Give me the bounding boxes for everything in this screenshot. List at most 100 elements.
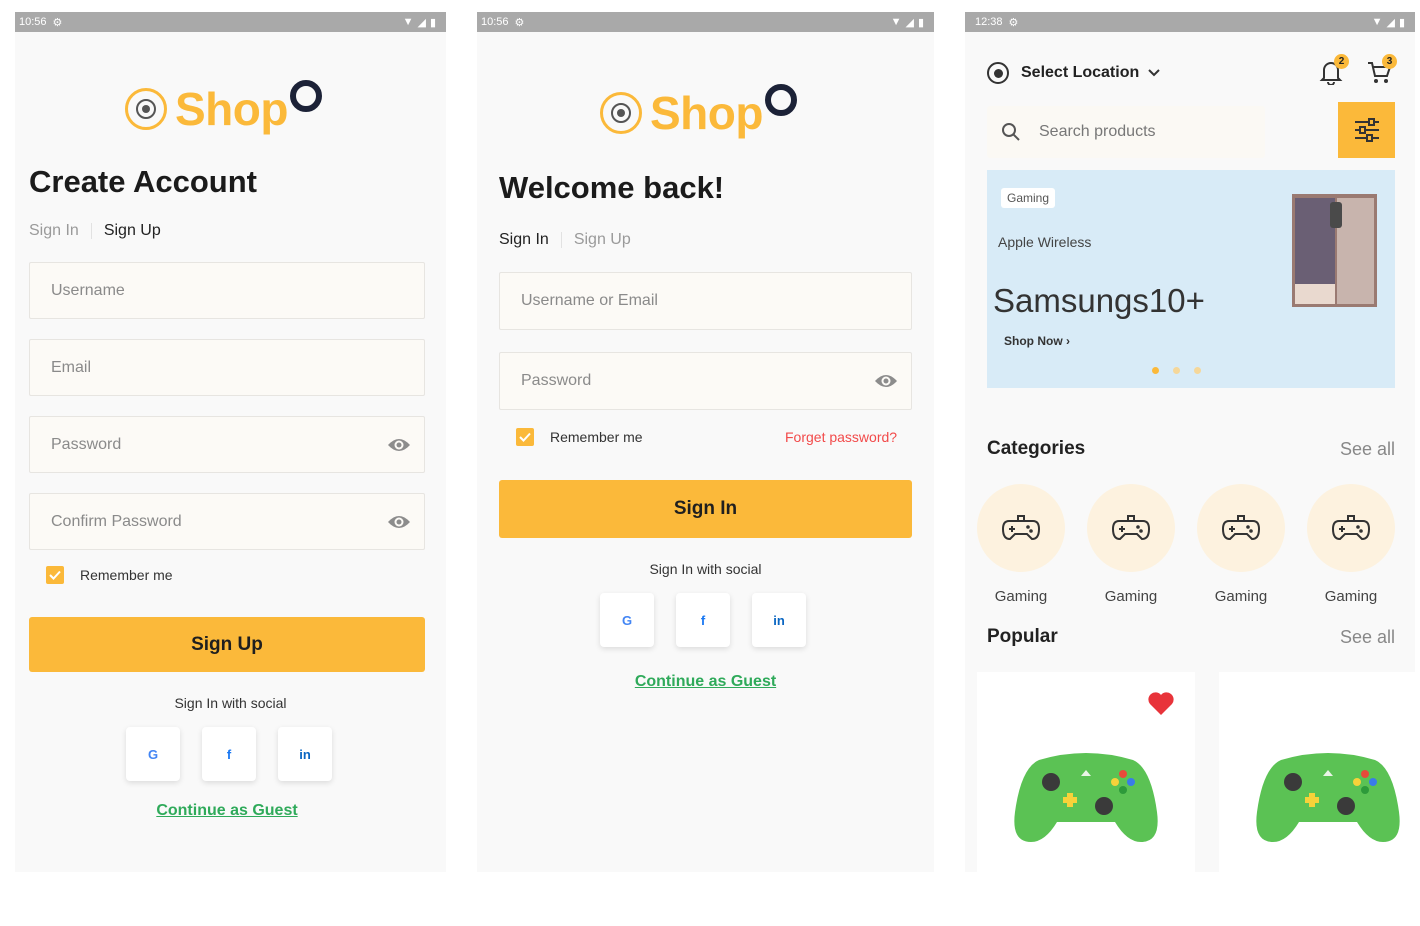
filter-button[interactable] xyxy=(1338,102,1395,158)
product-card[interactable] xyxy=(977,672,1195,872)
popular-see-all[interactable]: See all xyxy=(1340,627,1395,648)
social-row: G f in xyxy=(126,727,332,781)
remember-me[interactable]: Remember me xyxy=(516,428,643,446)
password-field[interactable]: Password xyxy=(499,352,912,410)
chevron-down-icon xyxy=(1148,69,1160,77)
shop-now-link[interactable]: Shop Now › xyxy=(1004,334,1070,348)
settings-icon: ⚙ xyxy=(514,16,525,29)
notification-badge: 2 xyxy=(1334,54,1349,69)
page-title: Welcome back! xyxy=(499,170,725,205)
signal-icons: ▼ ◢ ▮ xyxy=(1372,16,1405,29)
email-field[interactable]: Email xyxy=(29,339,425,396)
tab-sign-in[interactable]: Sign In xyxy=(29,222,79,240)
facebook-button[interactable]: f xyxy=(202,727,256,781)
google-icon: G xyxy=(621,612,633,628)
status-time: 12:38 xyxy=(975,16,1003,28)
facebook-icon: f xyxy=(700,612,706,628)
username-email-placeholder: Username or Email xyxy=(521,292,658,309)
popular-title: Popular xyxy=(987,626,1058,647)
controller-image xyxy=(1256,753,1400,842)
checkbox-checked-icon[interactable] xyxy=(46,566,64,584)
confirm-password-placeholder: Confirm Password xyxy=(51,512,182,530)
category-label: Gaming xyxy=(1324,588,1378,605)
category-item[interactable]: Gaming xyxy=(1307,484,1395,605)
battery-icon: ▮ xyxy=(429,16,436,29)
category-item[interactable]: Gaming xyxy=(1087,484,1175,605)
logo-ring-icon xyxy=(289,80,322,112)
social-label: Sign In with social xyxy=(174,695,287,711)
settings-icon: ⚙ xyxy=(52,16,63,29)
linkedin-icon: in xyxy=(773,612,785,628)
popular-header: Popular See all xyxy=(987,626,1395,648)
status-bar: 12:38 ⚙ ▼ ◢ ▮ xyxy=(965,12,1415,32)
password-field[interactable]: Password xyxy=(29,416,425,473)
battery-icon: ▮ xyxy=(1398,16,1405,29)
remember-me[interactable]: Remember me xyxy=(46,566,173,584)
forgot-password-link[interactable]: Forget password? xyxy=(785,429,897,445)
categories-see-all[interactable]: See all xyxy=(1340,439,1395,460)
tab-divider xyxy=(560,232,562,248)
tab-sign-up[interactable]: Sign Up xyxy=(574,231,631,249)
logo-target-icon xyxy=(125,88,167,130)
location-selector[interactable]: Select Location xyxy=(987,62,1161,84)
username-placeholder: Username xyxy=(51,281,125,299)
logo-ring-icon xyxy=(764,84,797,116)
sign-in-button[interactable]: Sign In xyxy=(499,480,912,538)
status-time: 10:56 xyxy=(19,16,47,28)
username-email-field[interactable]: Username or Email xyxy=(499,272,912,330)
social-label: Sign In with social xyxy=(649,561,762,577)
tab-sign-in[interactable]: Sign In xyxy=(499,231,549,249)
remember-label: Remember me xyxy=(550,429,643,445)
linkedin-button[interactable]: in xyxy=(278,727,332,781)
sign-up-button[interactable]: Sign Up xyxy=(29,617,425,672)
category-item[interactable]: Gaming xyxy=(1197,484,1285,605)
carousel-dot[interactable] xyxy=(1173,367,1180,374)
signal-icons: ▼ ◢ ▮ xyxy=(403,16,436,29)
gamepad-icon xyxy=(1087,484,1175,572)
category-item[interactable]: Gaming xyxy=(977,484,1065,605)
facebook-button[interactable]: f xyxy=(676,593,730,647)
linkedin-button[interactable]: in xyxy=(752,593,806,647)
page-title: Create Account xyxy=(29,164,257,199)
google-button[interactable]: G xyxy=(600,593,654,647)
phone-image xyxy=(1292,194,1377,307)
signal-icons: ▼ ◢ ▮ xyxy=(891,16,924,29)
banner-headline: Samsungs10+ xyxy=(993,282,1205,319)
notification-button[interactable]: 2 xyxy=(1317,54,1349,88)
banner-subtitle: Apple Wireless xyxy=(998,234,1092,250)
eye-icon[interactable] xyxy=(387,514,411,530)
auth-tabs: Sign In Sign Up xyxy=(29,222,161,240)
logo-word: Shop xyxy=(650,87,763,139)
confirm-password-field[interactable]: Confirm Password xyxy=(29,493,425,550)
gamepad-icon xyxy=(977,484,1065,572)
status-bar: 10:56 ⚙ ▼ ◢ ▮ xyxy=(15,12,446,32)
search-icon xyxy=(1002,123,1020,141)
signal-icon: ◢ xyxy=(905,16,914,29)
username-field[interactable]: Username xyxy=(29,262,425,319)
carousel-dot[interactable] xyxy=(1152,367,1159,374)
eye-icon[interactable] xyxy=(874,373,898,389)
remember-label: Remember me xyxy=(80,567,173,583)
email-placeholder: Email xyxy=(51,358,92,376)
password-placeholder: Password xyxy=(51,435,122,453)
carousel-dot[interactable] xyxy=(1194,367,1201,374)
tab-sign-up[interactable]: Sign Up xyxy=(104,222,161,240)
category-list: Gaming Gaming Gaming Gaming xyxy=(977,484,1395,605)
checkbox-checked-icon[interactable] xyxy=(516,428,534,446)
cart-button[interactable]: 3 xyxy=(1365,54,1397,88)
heart-filled-icon[interactable] xyxy=(1147,690,1175,716)
signin-screen: 10:56 ⚙ ▼ ◢ ▮ Shop Welcome back! Sign In Si… xyxy=(477,12,934,872)
search-input[interactable]: Search products xyxy=(987,106,1265,158)
eye-icon[interactable] xyxy=(387,437,411,453)
controller-image xyxy=(1014,753,1158,842)
cart-badge: 3 xyxy=(1382,54,1397,69)
promo-banner[interactable]: Gaming Apple Wireless Samsungs10+ Shop N… xyxy=(987,170,1395,388)
category-label: Gaming xyxy=(1214,588,1268,605)
app-logo: Shop xyxy=(600,84,797,140)
linkedin-icon: in xyxy=(299,746,311,762)
signal-icon: ◢ xyxy=(417,16,426,29)
continue-as-guest-link[interactable]: Continue as Guest xyxy=(15,802,439,820)
continue-as-guest-link[interactable]: Continue as Guest xyxy=(477,673,934,691)
google-button[interactable]: G xyxy=(126,727,180,781)
product-card[interactable] xyxy=(1219,672,1415,872)
